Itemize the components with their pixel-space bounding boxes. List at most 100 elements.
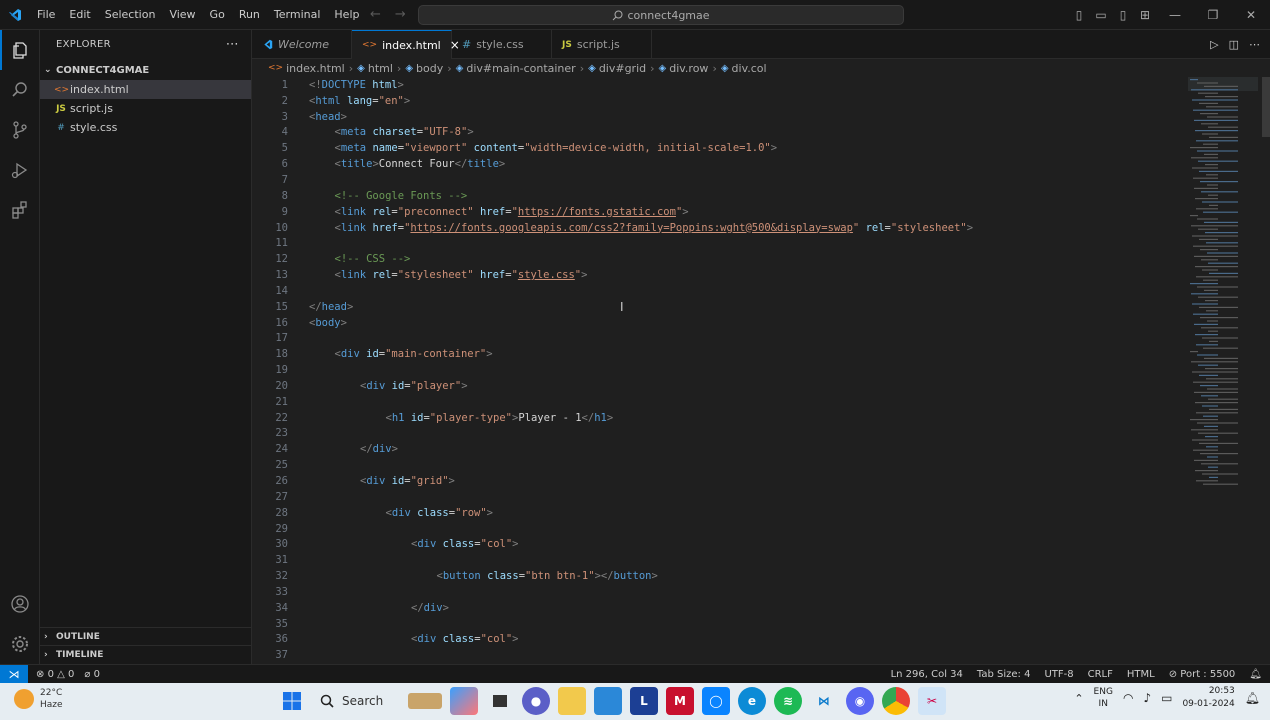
chrome-icon[interactable] — [882, 687, 910, 715]
language-mode[interactable]: HTML — [1127, 669, 1155, 680]
code-line[interactable]: 7 — [252, 172, 1270, 188]
battery-icon[interactable]: ▭ — [1161, 691, 1172, 705]
store-icon[interactable] — [594, 687, 622, 715]
input-language[interactable]: ENG IN — [1094, 686, 1113, 710]
code-line[interactable]: 11 — [252, 235, 1270, 251]
minimap[interactable] — [1188, 77, 1258, 497]
toggle-panel-icon[interactable]: ▭ — [1090, 8, 1112, 22]
code-line[interactable]: 25 — [252, 457, 1270, 473]
breadcrumb-item[interactable]: html — [368, 62, 393, 75]
code-line[interactable]: 20 <div id="player"> — [252, 378, 1270, 394]
code-line[interactable]: 15 </head> — [252, 299, 1270, 315]
menu-view[interactable]: View — [162, 0, 202, 30]
code-line[interactable]: 22 <h1 id="player-type">Player - 1</h1> — [252, 410, 1270, 426]
code-line[interactable]: 16 <body> — [252, 315, 1270, 331]
more-actions-icon[interactable]: ⋯ — [1249, 38, 1260, 51]
explorer-icon[interactable] — [0, 30, 40, 70]
breadcrumb-item[interactable]: index.html — [286, 62, 345, 75]
weather-widget[interactable]: 22°C Haze — [14, 687, 63, 711]
code-line[interactable]: 27 — [252, 489, 1270, 505]
code-line[interactable]: 13 <link rel="stylesheet" href="style.css… — [252, 267, 1270, 283]
tab-script-js[interactable]: JS script.js — [552, 30, 652, 59]
notification-icon[interactable]: 🔔︎ — [1245, 691, 1260, 705]
source-control-icon[interactable] — [0, 110, 40, 150]
ports-indicator[interactable]: ⌀ 0 — [84, 669, 100, 680]
code-line[interactable]: 35 — [252, 616, 1270, 632]
file-explorer-icon[interactable] — [558, 687, 586, 715]
code-line[interactable]: 12 <!-- CSS --> — [252, 251, 1270, 267]
more-actions-icon[interactable]: ⋯ — [226, 37, 239, 52]
back-arrow-icon[interactable]: ← — [370, 0, 381, 30]
menu-terminal[interactable]: Terminal — [267, 0, 328, 30]
toggle-secondary-sidebar-icon[interactable]: ▯ — [1112, 8, 1134, 22]
restore-icon[interactable]: ❐ — [1194, 8, 1232, 22]
remote-icon[interactable]: ⋊ — [0, 664, 28, 684]
toggle-sidebar-icon[interactable]: ▯ — [1068, 8, 1090, 22]
code-line[interactable]: 26 <div id="grid"> — [252, 473, 1270, 489]
code-line[interactable]: 17 — [252, 331, 1270, 347]
app-l-icon[interactable]: L — [630, 687, 658, 715]
code-line[interactable]: 14 — [252, 283, 1270, 299]
breadcrumb-item[interactable]: body — [416, 62, 443, 75]
code-line[interactable]: 34 </div> — [252, 600, 1270, 616]
copilot-icon[interactable] — [450, 687, 478, 715]
chevron-up-icon[interactable]: ⌃ — [1074, 692, 1083, 705]
outline-section[interactable]: › OUTLINE — [40, 627, 252, 645]
code-line[interactable]: 31 — [252, 552, 1270, 568]
code-line[interactable]: 36 <div class="col"> — [252, 632, 1270, 648]
file-style-css[interactable]: # style.css — [40, 118, 251, 137]
live-server-port[interactable]: ⊘ Port : 5500 — [1169, 669, 1236, 680]
split-editor-icon[interactable]: ◫ — [1229, 38, 1239, 51]
vertical-scrollbar[interactable] — [1262, 77, 1270, 137]
clock[interactable]: 20:53 09-01-2024 — [1182, 685, 1234, 711]
account-icon[interactable] — [0, 584, 40, 624]
discord-icon[interactable]: ◉ — [846, 687, 874, 715]
code-line[interactable]: 1 <!DOCTYPE html> — [252, 77, 1270, 93]
code-line[interactable]: 19 — [252, 362, 1270, 378]
tab-size[interactable]: Tab Size: 4 — [977, 669, 1031, 680]
forward-arrow-icon[interactable]: → — [395, 0, 406, 30]
run-debug-icon[interactable] — [0, 150, 40, 190]
menu-run[interactable]: Run — [232, 0, 267, 30]
mcafee-icon[interactable]: M — [666, 687, 694, 715]
breadcrumb-item[interactable]: div#grid — [599, 62, 646, 75]
breadcrumb-item[interactable]: div#main-container — [466, 62, 575, 75]
encoding[interactable]: UTF-8 — [1044, 669, 1073, 680]
run-icon[interactable]: ▷ — [1210, 38, 1218, 51]
file-script-js[interactable]: JS script.js — [40, 99, 251, 118]
menu-edit[interactable]: Edit — [62, 0, 97, 30]
search-icon[interactable] — [0, 70, 40, 110]
code-line[interactable]: 28 <div class="row"> — [252, 505, 1270, 521]
spotify-icon[interactable]: ≋ — [774, 687, 802, 715]
breadcrumb-item[interactable]: div.col — [732, 62, 767, 75]
extensions-icon[interactable] — [0, 190, 40, 230]
code-line[interactable]: 37 — [252, 647, 1270, 663]
customize-layout-icon[interactable]: ⊞ — [1134, 8, 1156, 22]
snipping-tool-icon[interactable]: ✂ — [918, 687, 946, 715]
app-blue-icon[interactable]: ◯ — [702, 687, 730, 715]
code-line[interactable]: 9 <link rel="preconnect" href="https://fo… — [252, 204, 1270, 220]
code-line[interactable]: 10 <link href="https://fonts.googleapis.c… — [252, 220, 1270, 236]
code-line[interactable]: 2 <html lang="en"> — [252, 93, 1270, 109]
code-line[interactable]: 21 — [252, 394, 1270, 410]
gear-icon[interactable] — [0, 624, 40, 664]
tab-index-html[interactable]: <> index.html × — [352, 30, 460, 59]
code-line[interactable]: 6 <title>Connect Four</title> — [252, 156, 1270, 172]
code-line[interactable]: 33 — [252, 584, 1270, 600]
tab-style-css[interactable]: # style.css — [452, 30, 552, 59]
notifications-bell-icon[interactable]: 🔔︎ — [1249, 669, 1262, 680]
menu-selection[interactable]: Selection — [98, 0, 163, 30]
code-line[interactable]: 3 <head> — [252, 109, 1270, 125]
windows-start-icon[interactable] — [278, 687, 306, 715]
taskbar-search[interactable]: Search — [314, 687, 442, 715]
volume-icon[interactable]: ♪ — [1143, 691, 1151, 705]
code-line[interactable]: 29 — [252, 521, 1270, 537]
menu-help[interactable]: Help — [327, 0, 366, 30]
vscode-logo-icon[interactable] — [0, 0, 30, 30]
code-line[interactable]: 32 <button class="btn btn-1"></button> — [252, 568, 1270, 584]
tab-welcome[interactable]: Welcome — [252, 30, 352, 59]
code-line[interactable]: 30 <div class="col"> — [252, 536, 1270, 552]
code-line[interactable]: 8 <!-- Google Fonts --> — [252, 188, 1270, 204]
line-ending[interactable]: CRLF — [1088, 669, 1113, 680]
close-window-icon[interactable]: ✕ — [1232, 8, 1270, 22]
